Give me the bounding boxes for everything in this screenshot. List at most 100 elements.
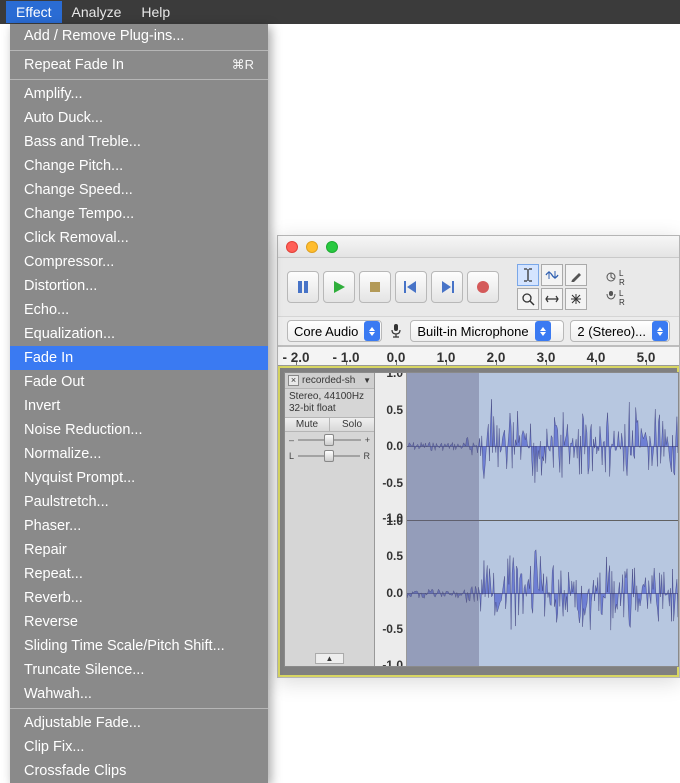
menu-item-sliding-time-scale-pitch-shift[interactable]: Sliding Time Scale/Pitch Shift... bbox=[10, 634, 268, 658]
pan-slider[interactable]: L R bbox=[285, 448, 374, 464]
scale-label: 0.5 bbox=[386, 403, 403, 417]
slider-thumb[interactable] bbox=[324, 450, 334, 462]
menu-item-auto-duck[interactable]: Auto Duck... bbox=[10, 106, 268, 130]
skip-end-button[interactable] bbox=[431, 271, 463, 303]
svg-text:R: R bbox=[619, 298, 625, 306]
menu-item-click-removal[interactable]: Click Removal... bbox=[10, 226, 268, 250]
record-button[interactable] bbox=[467, 271, 499, 303]
waveform-display[interactable]: 1.00.50.0-0.5-1.01.00.50.0-0.5-1.0 bbox=[375, 373, 678, 666]
menu-item-truncate-silence[interactable]: Truncate Silence... bbox=[10, 658, 268, 682]
skip-start-icon bbox=[403, 280, 419, 294]
vertical-scale: 1.00.50.0-0.5-1.01.00.50.0-0.5-1.0 bbox=[375, 373, 407, 666]
menu-separator bbox=[10, 50, 268, 51]
tools-palette bbox=[517, 264, 587, 310]
menu-item-adjustable-fade[interactable]: Adjustable Fade... bbox=[10, 711, 268, 735]
meter-toolbar-stub: LR LR bbox=[605, 268, 635, 306]
menu-item-fade-out[interactable]: Fade Out bbox=[10, 370, 268, 394]
menu-item-phaser[interactable]: Phaser... bbox=[10, 514, 268, 538]
menu-item-repeat[interactable]: Repeat... bbox=[10, 562, 268, 586]
menu-help[interactable]: Help bbox=[131, 1, 180, 23]
window-close-icon[interactable] bbox=[286, 241, 298, 253]
record-icon bbox=[476, 280, 490, 294]
menu-item-bass-and-treble[interactable]: Bass and Treble... bbox=[10, 130, 268, 154]
menu-item-reverb[interactable]: Reverb... bbox=[10, 586, 268, 610]
menu-effect[interactable]: Effect bbox=[6, 1, 62, 23]
menu-analyze[interactable]: Analyze bbox=[62, 1, 132, 23]
track-menu-dropdown[interactable]: ▼ bbox=[363, 376, 371, 385]
svg-text:R: R bbox=[619, 278, 625, 286]
recording-channels-select[interactable]: 2 (Stereo)... bbox=[570, 320, 670, 342]
menu-item-fade-in[interactable]: Fade In bbox=[10, 346, 268, 370]
menu-item-repair[interactable]: Repair bbox=[10, 538, 268, 562]
solo-button[interactable]: Solo bbox=[330, 418, 374, 431]
audio-track[interactable]: × recorded-sh ▼ Stereo, 44100Hz 32-bit f… bbox=[284, 372, 679, 667]
recording-device-select[interactable]: Built-in Microphone bbox=[410, 320, 564, 342]
menubar: Effect Analyze Help bbox=[0, 0, 680, 24]
ibeam-icon bbox=[522, 268, 534, 282]
transport-buttons bbox=[287, 271, 499, 303]
gain-slider[interactable]: – + bbox=[285, 432, 374, 448]
menu-item-crossfade-clips[interactable]: Crossfade Clips bbox=[10, 759, 268, 783]
pause-button[interactable] bbox=[287, 271, 319, 303]
selection-tool[interactable] bbox=[517, 264, 539, 286]
multitool-icon bbox=[570, 293, 582, 305]
menu-item-wahwah[interactable]: Wahwah... bbox=[10, 682, 268, 706]
window-minimize-icon[interactable] bbox=[306, 241, 318, 253]
stop-icon bbox=[368, 280, 382, 294]
rec-meter-icon: LR bbox=[605, 268, 635, 286]
draw-tool[interactable] bbox=[565, 264, 587, 286]
tracks-area: × recorded-sh ▼ Stereo, 44100Hz 32-bit f… bbox=[278, 365, 679, 677]
scale-label: 0.0 bbox=[386, 586, 403, 600]
stop-button[interactable] bbox=[359, 271, 391, 303]
track-name: recorded-sh bbox=[302, 375, 355, 386]
menu-item-paulstretch[interactable]: Paulstretch... bbox=[10, 490, 268, 514]
menu-item-repeat-fade-in[interactable]: Repeat Fade In⌘R bbox=[10, 53, 268, 77]
track-control-panel[interactable]: × recorded-sh ▼ Stereo, 44100Hz 32-bit f… bbox=[285, 373, 375, 666]
mute-button[interactable]: Mute bbox=[285, 418, 330, 431]
play-icon bbox=[331, 279, 347, 295]
track-format: Stereo, 44100Hz 32-bit float bbox=[285, 389, 374, 417]
menu-item-echo[interactable]: Echo... bbox=[10, 298, 268, 322]
track-close-button[interactable]: × bbox=[288, 375, 299, 386]
scale-label: -0.5 bbox=[382, 622, 403, 636]
scale-label: 0.0 bbox=[386, 439, 403, 453]
menu-item-add-remove-plug-ins[interactable]: Add / Remove Plug-ins... bbox=[10, 24, 268, 48]
slider-thumb[interactable] bbox=[324, 434, 334, 446]
timeshift-icon bbox=[545, 294, 559, 304]
menu-item-reverse[interactable]: Reverse bbox=[10, 610, 268, 634]
skip-end-icon bbox=[439, 280, 455, 294]
menu-item-change-pitch[interactable]: Change Pitch... bbox=[10, 154, 268, 178]
menu-item-amplify[interactable]: Amplify... bbox=[10, 82, 268, 106]
scale-label: -1.0 bbox=[382, 658, 403, 666]
menu-item-normalize[interactable]: Normalize... bbox=[10, 442, 268, 466]
window-zoom-icon[interactable] bbox=[326, 241, 338, 253]
timeshift-tool[interactable] bbox=[541, 288, 563, 310]
audio-host-select[interactable]: Core Audio bbox=[287, 320, 382, 342]
time-selection[interactable] bbox=[407, 373, 479, 666]
menu-item-change-tempo[interactable]: Change Tempo... bbox=[10, 202, 268, 226]
effect-menu: Add / Remove Plug-ins... Repeat Fade In⌘R… bbox=[10, 24, 268, 783]
menu-item-compressor[interactable]: Compressor... bbox=[10, 250, 268, 274]
menu-item-equalization[interactable]: Equalization... bbox=[10, 322, 268, 346]
menu-item-change-speed[interactable]: Change Speed... bbox=[10, 178, 268, 202]
scale-label: 0.5 bbox=[386, 549, 403, 563]
play-button[interactable] bbox=[323, 271, 355, 303]
window-titlebar[interactable] bbox=[278, 236, 679, 258]
menu-item-nyquist-prompt[interactable]: Nyquist Prompt... bbox=[10, 466, 268, 490]
menu-separator bbox=[10, 708, 268, 709]
audacity-window: LR LR Core Audio Built-in Microphone 2 (… bbox=[277, 235, 680, 678]
menu-item-distortion[interactable]: Distortion... bbox=[10, 274, 268, 298]
envelope-tool[interactable] bbox=[541, 264, 563, 286]
skip-start-button[interactable] bbox=[395, 271, 427, 303]
scale-label: 1.0 bbox=[386, 373, 403, 380]
menu-item-clip-fix[interactable]: Clip Fix... bbox=[10, 735, 268, 759]
menu-item-noise-reduction[interactable]: Noise Reduction... bbox=[10, 418, 268, 442]
pencil-icon bbox=[570, 269, 583, 282]
stepper-icon bbox=[364, 321, 380, 341]
zoom-tool[interactable] bbox=[517, 288, 539, 310]
multi-tool[interactable] bbox=[565, 288, 587, 310]
track-collapse-button[interactable]: ▲ bbox=[315, 653, 345, 664]
menu-item-invert[interactable]: Invert bbox=[10, 394, 268, 418]
menu-separator bbox=[10, 79, 268, 80]
stepper-icon bbox=[652, 321, 668, 341]
